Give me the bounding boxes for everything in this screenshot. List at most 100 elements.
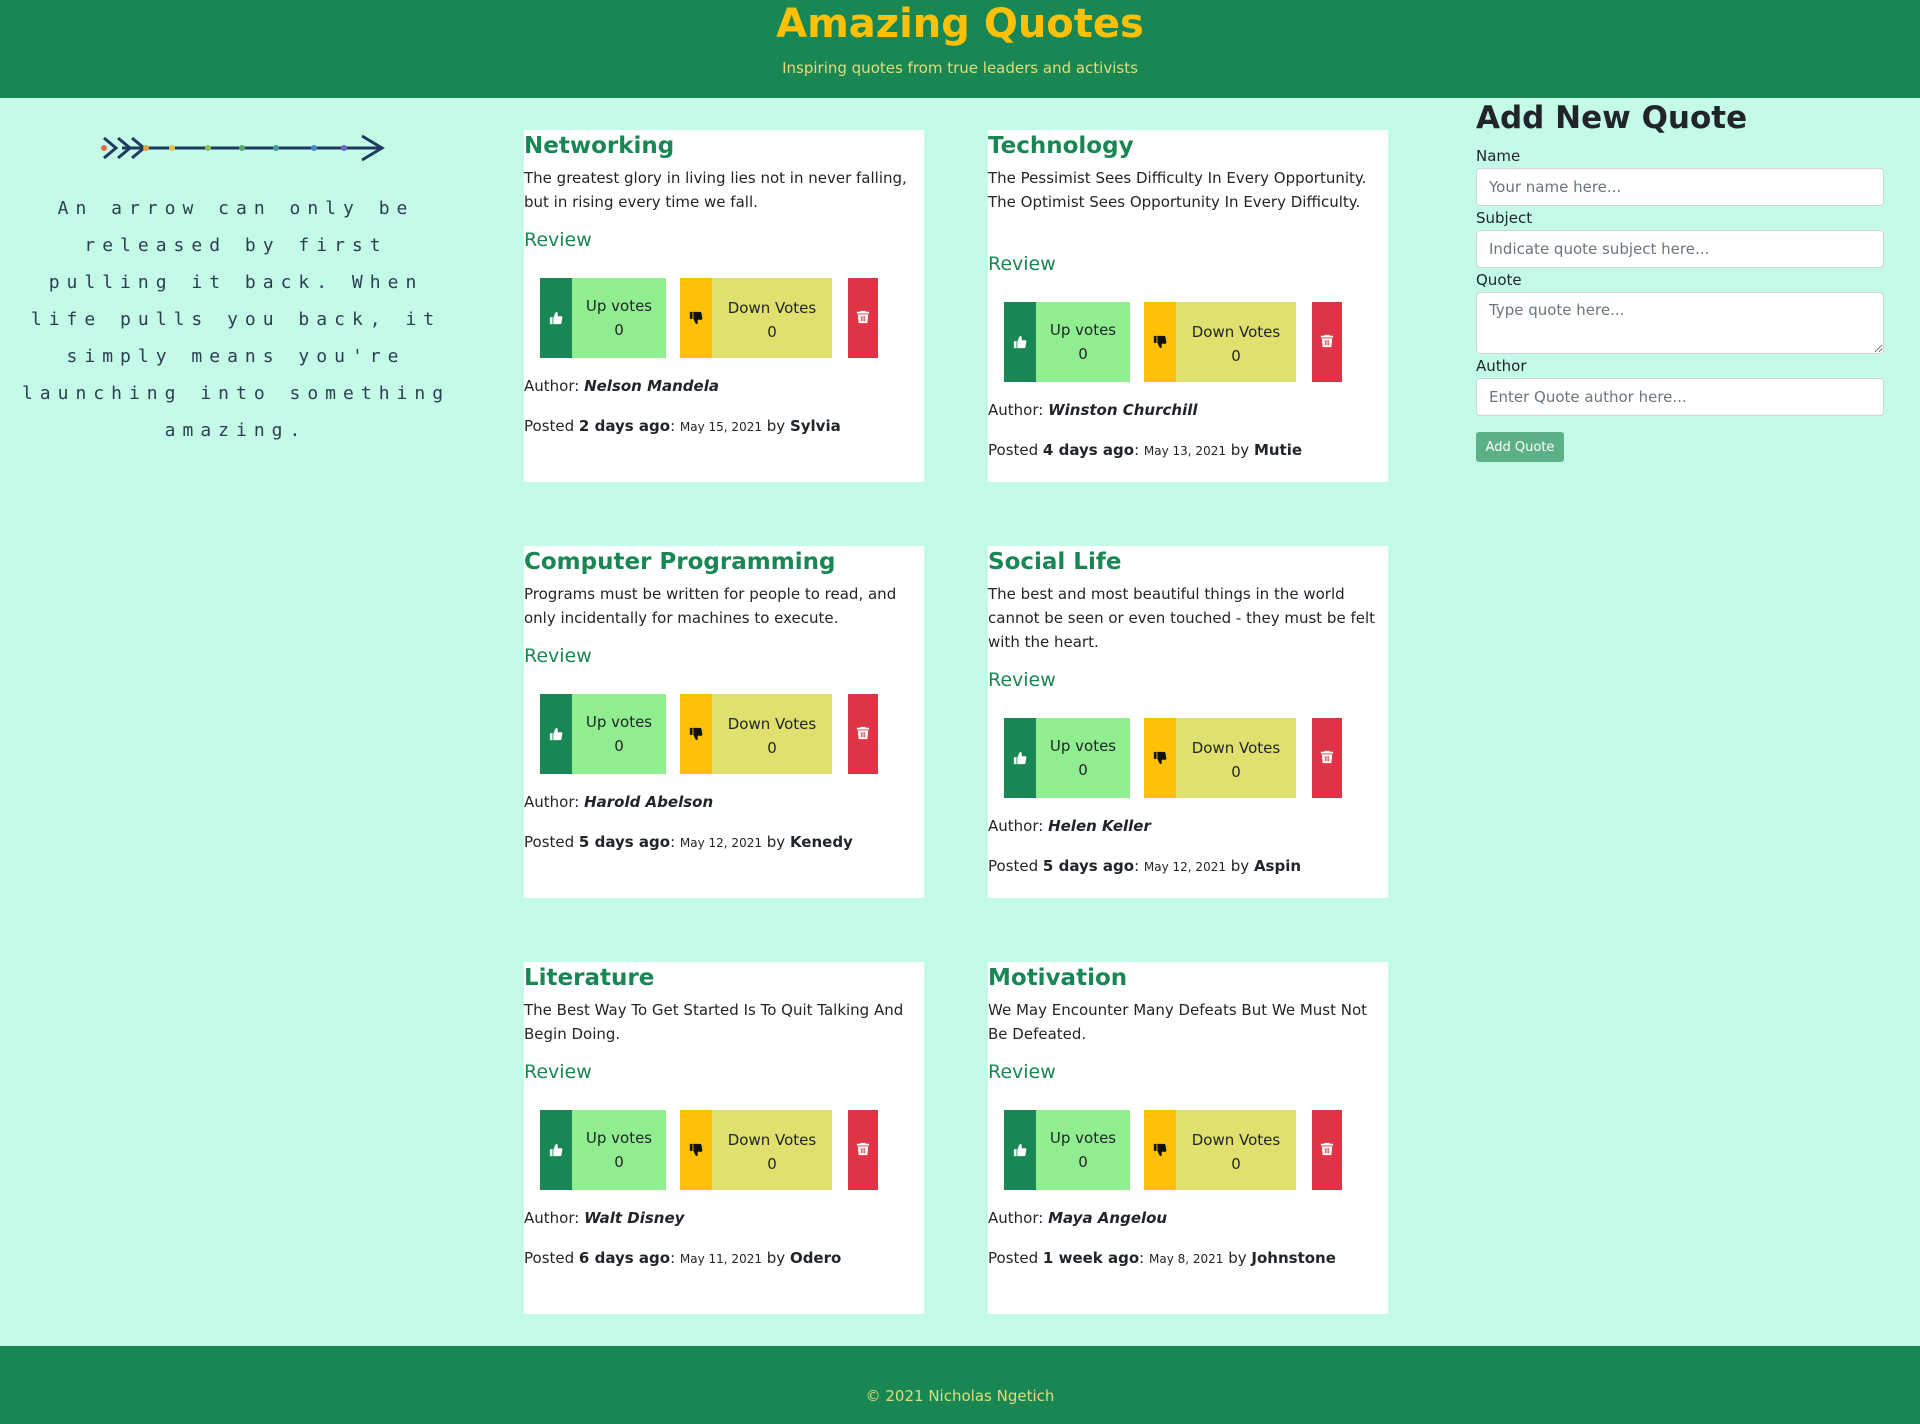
upvote-button[interactable]: Up votes 0 xyxy=(1004,718,1130,798)
downvote-button[interactable]: Down Votes 0 xyxy=(1144,302,1296,382)
subject-label: Subject xyxy=(1476,209,1533,227)
quote-author-line: Author: Walt Disney xyxy=(524,1208,684,1228)
delete-button[interactable] xyxy=(1312,718,1342,798)
posted-ago: 2 days ago xyxy=(578,417,671,435)
downvote-label-text: Down Votes xyxy=(727,299,817,317)
trash-icon xyxy=(1320,333,1334,352)
review-link[interactable]: Review xyxy=(524,1060,592,1084)
downvote-count: 0 xyxy=(1231,763,1241,781)
review-link[interactable]: Review xyxy=(988,1060,1056,1084)
downvote-label: Down Votes 0 xyxy=(1176,320,1296,368)
downvote-label: Down Votes 0 xyxy=(712,712,832,760)
quote-author: Winston Churchill xyxy=(1048,401,1198,419)
quote-posted-line: Posted 1 week ago: May 8, 2021 by Johnst… xyxy=(988,1249,1336,1267)
quote-posted-line: Posted 5 days ago: May 12, 2021 by Aspin xyxy=(988,857,1302,875)
posted-date: May 11, 2021 xyxy=(679,1252,762,1266)
delete-button[interactable] xyxy=(848,694,878,774)
delete-button[interactable] xyxy=(848,278,878,358)
upvote-button[interactable]: Up votes 0 xyxy=(540,694,666,774)
downvote-count: 0 xyxy=(767,323,777,341)
arrow-icon xyxy=(101,134,385,162)
quote-author-line: Author: Nelson Mandela xyxy=(524,376,719,396)
inspiration-text: An arrow can only be released by first p… xyxy=(21,198,451,441)
downvote-label-text: Down Votes xyxy=(727,715,817,733)
review-link[interactable]: Review xyxy=(988,252,1056,276)
delete-button[interactable] xyxy=(848,1110,878,1190)
poster-name: Johnstone xyxy=(1251,1249,1336,1267)
subject-input[interactable] xyxy=(1476,230,1884,268)
trash-icon xyxy=(856,725,870,744)
downvote-label-text: Down Votes xyxy=(1191,323,1281,341)
quote-author: Helen Keller xyxy=(1048,817,1151,835)
delete-button[interactable] xyxy=(1312,1110,1342,1190)
quote-subject: Literature xyxy=(524,965,655,991)
downvote-count: 0 xyxy=(767,739,777,757)
upvote-label: Up votes 0 xyxy=(572,710,666,758)
upvote-count: 0 xyxy=(1078,345,1088,363)
author-prefix: Author: xyxy=(524,1209,580,1227)
author-input[interactable] xyxy=(1476,378,1884,416)
posted-prefix: Posted xyxy=(988,441,1039,459)
upvote-button[interactable]: Up votes 0 xyxy=(540,278,666,358)
quote-textarea[interactable] xyxy=(1476,292,1884,354)
upvote-label-text: Up votes xyxy=(585,1129,653,1147)
downvote-button[interactable]: Down Votes 0 xyxy=(680,694,832,774)
quote-card: Networking The greatest glory in living … xyxy=(524,130,924,482)
upvote-label: Up votes 0 xyxy=(1036,1126,1130,1174)
thumbs-down-icon xyxy=(680,278,712,358)
footer-copyright: © 2021 Nicholas Ngetich xyxy=(865,1387,1055,1405)
posted-ago: 1 week ago xyxy=(1042,1249,1140,1267)
upvote-label: Up votes 0 xyxy=(572,1126,666,1174)
review-link[interactable]: Review xyxy=(524,644,592,668)
quote-text: The Pessimist Sees Difficulty In Every O… xyxy=(988,169,1367,211)
quote-text: The Best Way To Get Started Is To Quit T… xyxy=(524,1001,904,1043)
quote-author: Nelson Mandela xyxy=(584,377,719,395)
trash-icon xyxy=(1320,1141,1334,1160)
poster-name: Aspin xyxy=(1253,857,1302,875)
quote-card: Motivation We May Encounter Many Defeats… xyxy=(988,962,1388,1314)
by-label: by xyxy=(1230,441,1250,459)
posted-prefix: Posted xyxy=(524,833,575,851)
quote-author-line: Author: Maya Angelou xyxy=(988,1208,1167,1228)
quote-subject: Technology xyxy=(988,133,1134,159)
upvote-label-text: Up votes xyxy=(1049,321,1117,339)
upvote-count: 0 xyxy=(1078,761,1088,779)
quote-posted-line: Posted 5 days ago: May 12, 2021 by Kened… xyxy=(524,833,853,851)
by-label: by xyxy=(1230,857,1250,875)
downvote-label: Down Votes 0 xyxy=(712,1128,832,1176)
downvote-label-text: Down Votes xyxy=(727,1131,817,1149)
downvote-button[interactable]: Down Votes 0 xyxy=(1144,1110,1296,1190)
downvote-button[interactable]: Down Votes 0 xyxy=(680,278,832,358)
quote-author-line: Author: Helen Keller xyxy=(988,816,1151,836)
downvote-label-text: Down Votes xyxy=(1191,1131,1281,1149)
review-link[interactable]: Review xyxy=(524,228,592,252)
upvote-label: Up votes 0 xyxy=(572,294,666,342)
upvote-count: 0 xyxy=(614,321,624,339)
poster-name: Mutie xyxy=(1253,441,1303,459)
quote-author-line: Author: Harold Abelson xyxy=(524,792,713,812)
posted-prefix: Posted xyxy=(988,857,1039,875)
author-prefix: Author: xyxy=(988,401,1044,419)
author-label: Author xyxy=(1476,357,1527,375)
upvote-button[interactable]: Up votes 0 xyxy=(1004,1110,1130,1190)
thumbs-down-icon xyxy=(1144,718,1176,798)
quote-card: Literature The Best Way To Get Started I… xyxy=(524,962,924,1314)
trash-icon xyxy=(856,309,870,328)
downvote-count: 0 xyxy=(1231,1155,1241,1173)
add-quote-form: Add New Quote Name Subject Quote Author … xyxy=(1476,98,1884,478)
posted-date: May 8, 2021 xyxy=(1148,1252,1224,1266)
upvote-button[interactable]: Up votes 0 xyxy=(540,1110,666,1190)
delete-button[interactable] xyxy=(1312,302,1342,382)
name-input[interactable] xyxy=(1476,168,1884,206)
upvote-label-text: Up votes xyxy=(585,297,653,315)
upvote-count: 0 xyxy=(614,1153,624,1171)
add-quote-button[interactable]: Add Quote xyxy=(1476,432,1564,462)
downvote-button[interactable]: Down Votes 0 xyxy=(1144,718,1296,798)
posted-ago: 5 days ago xyxy=(578,833,671,851)
downvote-button[interactable]: Down Votes 0 xyxy=(680,1110,832,1190)
upvote-button[interactable]: Up votes 0 xyxy=(1004,302,1130,382)
quote-card: Social Life The best and most beautiful … xyxy=(988,546,1388,898)
review-link[interactable]: Review xyxy=(988,668,1056,692)
quote-subject: Computer Programming xyxy=(524,549,836,575)
thumbs-up-icon xyxy=(540,694,572,774)
